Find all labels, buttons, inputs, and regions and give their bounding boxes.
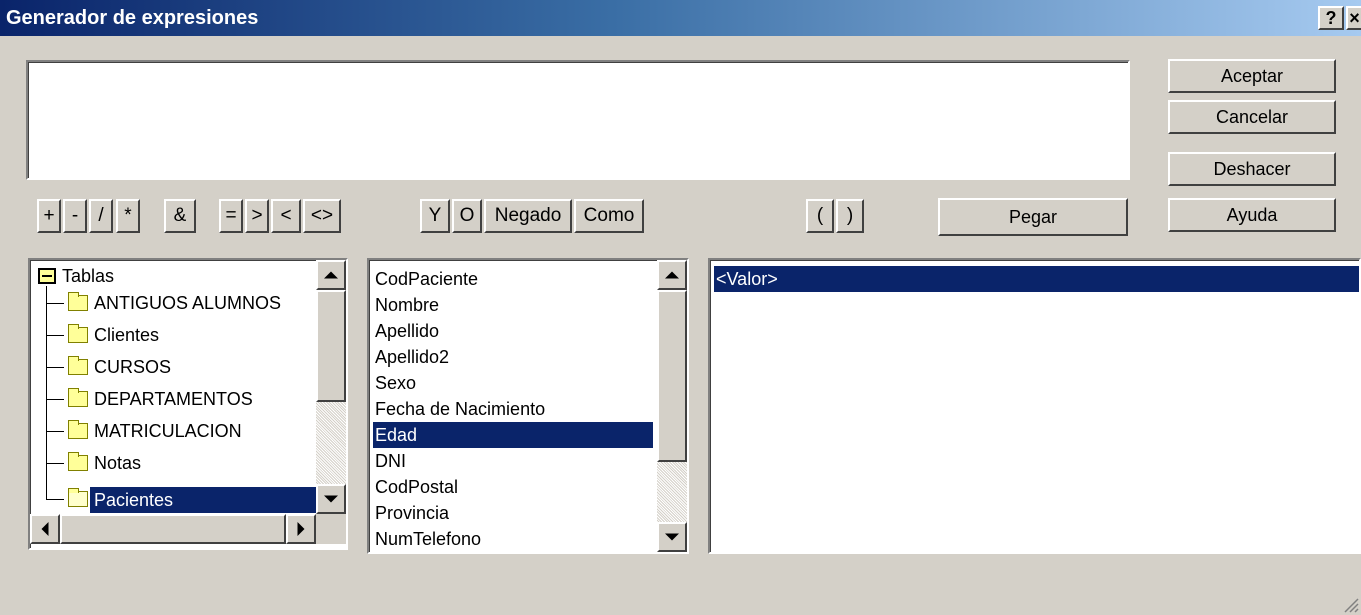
list-item-selected[interactable]: <Valor> <box>714 266 1359 292</box>
notequal-button[interactable]: <> <box>303 199 341 233</box>
and-button[interactable]: Y <box>420 199 450 233</box>
minus-button[interactable]: - <box>63 199 87 233</box>
tree-connector <box>46 286 47 500</box>
plus-button[interactable]: + <box>37 199 61 233</box>
list-item[interactable]: DNI <box>373 448 687 474</box>
expression-textbox[interactable] <box>26 60 1130 180</box>
scroll-down-button[interactable] <box>316 484 346 514</box>
tree-item-label: MATRICULACION <box>94 421 242 441</box>
resize-grip-icon[interactable] <box>1341 595 1359 613</box>
tree-item-label: DEPARTAMENTOS <box>94 389 253 409</box>
scroll-thumb[interactable] <box>60 514 286 544</box>
less-button[interactable]: < <box>271 199 301 233</box>
list-item[interactable]: Apellido2 <box>373 344 687 370</box>
fields-vertical-scrollbar[interactable] <box>657 260 687 552</box>
list-item[interactable]: CodPaciente <box>373 266 687 292</box>
paste-button[interactable]: Pegar <box>938 198 1128 236</box>
help-title-button[interactable]: ? <box>1318 6 1344 30</box>
folder-icon <box>68 356 88 375</box>
scroll-down-button[interactable] <box>657 522 687 552</box>
list-item[interactable]: Apellido <box>373 318 687 344</box>
tree-root-label: Tablas <box>62 266 115 286</box>
cancel-button[interactable]: Cancelar <box>1168 100 1336 134</box>
help-button[interactable]: Ayuda <box>1168 198 1336 232</box>
folder-icon <box>68 452 88 471</box>
accept-button[interactable]: Aceptar <box>1168 59 1336 93</box>
open-folder-icon <box>68 488 88 507</box>
scroll-right-button[interactable] <box>286 514 316 544</box>
title-bar: Generador de expresiones ? × <box>0 0 1361 36</box>
scroll-thumb[interactable] <box>316 290 346 402</box>
undo-button[interactable]: Deshacer <box>1168 152 1336 186</box>
open-paren-button[interactable]: ( <box>806 199 834 233</box>
folder-icon <box>68 292 88 311</box>
tree-item-label: Notas <box>94 453 142 473</box>
list-item[interactable]: Provincia <box>373 500 687 526</box>
list-item[interactable]: Nombre <box>373 292 687 318</box>
window-title: Generador de expresiones <box>6 7 259 29</box>
close-button[interactable]: × <box>1346 6 1361 30</box>
like-button[interactable]: Como <box>574 199 644 233</box>
folder-icon <box>68 324 88 343</box>
folder-icon <box>68 420 88 439</box>
list-item[interactable]: CodPostal <box>373 474 687 500</box>
tree-item-label: CURSOS <box>94 357 172 377</box>
scroll-up-button[interactable] <box>657 260 687 290</box>
open-folder-icon <box>38 268 56 284</box>
divide-button[interactable]: / <box>89 199 113 233</box>
scroll-up-button[interactable] <box>316 260 346 290</box>
not-button[interactable]: Negado <box>484 199 572 233</box>
list-item[interactable]: Fecha de Nacimiento <box>373 396 687 422</box>
list-item[interactable]: Sexo <box>373 370 687 396</box>
greater-button[interactable]: > <box>245 199 269 233</box>
folder-icon <box>68 388 88 407</box>
scroll-thumb[interactable] <box>657 290 687 462</box>
scroll-left-button[interactable] <box>30 514 60 544</box>
tree-vertical-scrollbar[interactable] <box>316 260 346 514</box>
multiply-button[interactable]: * <box>116 199 140 233</box>
list-item[interactable]: NumTelefono <box>373 526 687 552</box>
or-button[interactable]: O <box>452 199 482 233</box>
tree-item-label: Pacientes <box>90 487 318 513</box>
tree-horizontal-scrollbar[interactable] <box>30 514 316 544</box>
equal-button[interactable]: = <box>219 199 243 233</box>
scroll-corner <box>316 514 346 544</box>
close-paren-button[interactable]: ) <box>836 199 864 233</box>
values-list[interactable]: <Valor> <box>708 258 1361 554</box>
objects-tree[interactable]: Tablas ANTIGUOS ALUMNOS Clientes CURSOS … <box>28 258 348 550</box>
tree-item-label: Clientes <box>94 325 160 345</box>
tree-item-label: ANTIGUOS ALUMNOS <box>94 293 282 313</box>
fields-list[interactable]: CodPaciente Nombre Apellido Apellido2 Se… <box>367 258 689 554</box>
concat-button[interactable]: & <box>164 199 196 233</box>
list-item-selected[interactable]: Edad <box>373 422 653 448</box>
